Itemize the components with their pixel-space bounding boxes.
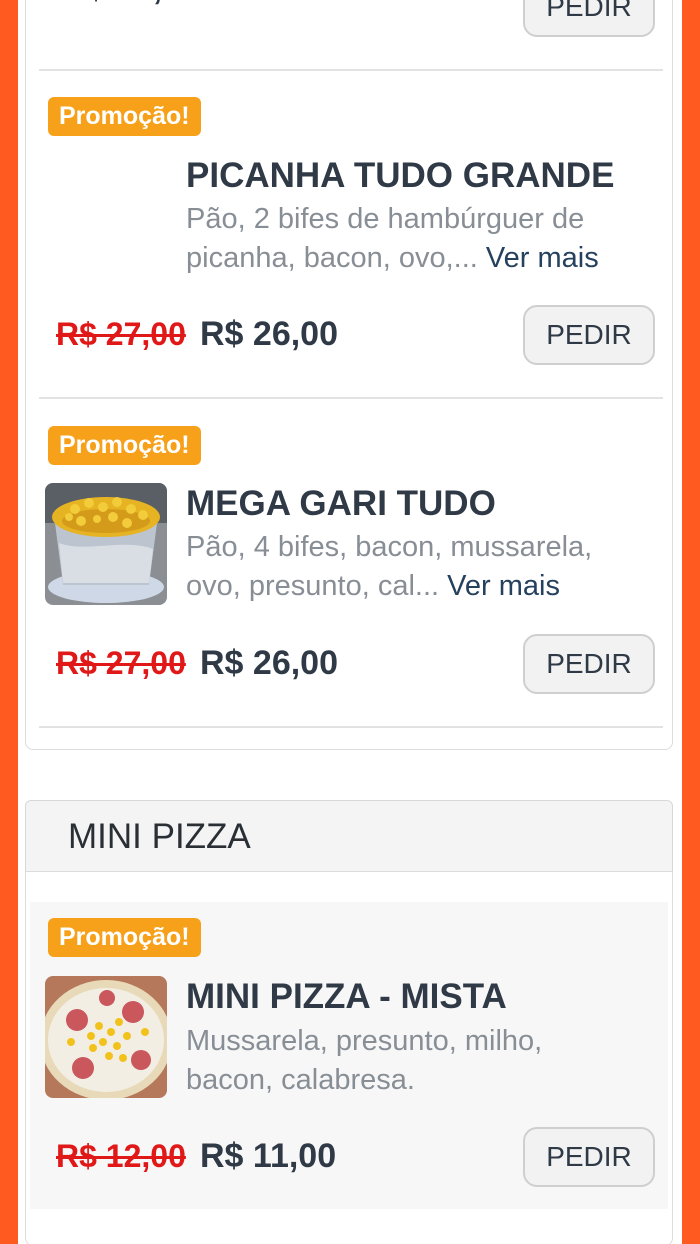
old-price: R$ 27,00 [56, 316, 186, 352]
product-price: R$ 26,00 [200, 644, 338, 682]
product-price: R$ 25,00 [62, 0, 200, 8]
product-description: Pão, 4 bifes, bacon, mussarela, ovo, pre… [186, 528, 636, 606]
section-title: MINI PIZZA [68, 817, 251, 856]
product-image[interactable] [45, 976, 167, 1098]
product-description: Pão, 2 bifes de hambúrguer de picanha, b… [186, 200, 636, 278]
pizza-image [45, 976, 167, 1098]
burger-cup-image [45, 483, 167, 605]
product-price: R$ 26,00 [200, 315, 338, 353]
product-title: MEGA GARI TUDO [186, 484, 496, 523]
divider [39, 726, 663, 728]
menu-page: R$ 25,00 PEDIR Promoção! PICANHA TUDO GR… [18, 0, 682, 1244]
promo-badge: Promoção! [48, 918, 201, 957]
product-price: R$ 11,00 [200, 1137, 337, 1175]
order-button[interactable]: PEDIR [523, 1127, 655, 1187]
old-price: R$ 27,00 [56, 645, 186, 681]
order-button[interactable]: PEDIR [523, 0, 655, 37]
section-header[interactable]: MINI PIZZA [25, 800, 673, 872]
product-title: PICANHA TUDO GRANDE [186, 156, 615, 195]
promo-badge: Promoção! [48, 426, 201, 465]
order-button[interactable]: PEDIR [523, 305, 655, 365]
category-card: Promoção! MINI PIZZA - MISTA Mussarela, [25, 871, 673, 1244]
divider [39, 69, 663, 71]
see-more-link[interactable]: Ver mais [447, 570, 560, 602]
order-button[interactable]: PEDIR [523, 634, 655, 694]
see-more-link[interactable]: Ver mais [486, 242, 599, 274]
product-description: Mussarela, presunto, milho, bacon, calab… [186, 1025, 543, 1096]
category-card: R$ 25,00 PEDIR Promoção! PICANHA TUDO GR… [25, 0, 673, 750]
divider [39, 397, 663, 399]
product-image[interactable] [45, 483, 167, 605]
promo-badge: Promoção! [48, 97, 201, 136]
product-title: MINI PIZZA - MISTA [186, 977, 507, 1016]
old-price: R$ 12,00 [56, 1138, 186, 1174]
